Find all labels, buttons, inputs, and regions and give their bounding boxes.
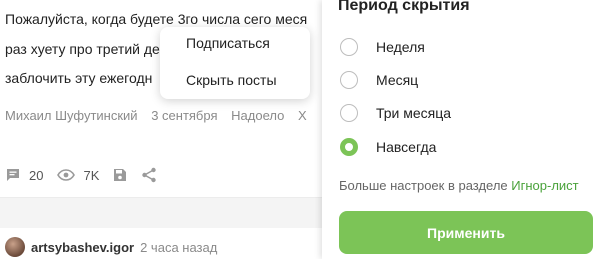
next-post-time: 2 часа назад xyxy=(140,239,218,255)
post-actions-dropdown: Подписаться Скрыть посты xyxy=(160,27,310,99)
ignore-list-link[interactable]: Игнор-лист xyxy=(511,178,578,193)
option-label: Три месяца xyxy=(376,105,452,121)
option-label: Навсегда xyxy=(376,139,437,155)
radio-button[interactable] xyxy=(340,38,358,56)
feed-gap xyxy=(0,198,330,228)
hide-posts-menu-item[interactable]: Скрыть посты xyxy=(186,72,277,88)
save-button[interactable] xyxy=(113,168,127,182)
avatar[interactable] xyxy=(5,237,25,257)
radio-button[interactable] xyxy=(340,104,358,122)
subscribe-menu-item[interactable]: Подписаться xyxy=(186,35,270,51)
share-icon xyxy=(142,167,157,183)
post-tag-more[interactable]: Х xyxy=(298,108,307,123)
share-button[interactable] xyxy=(141,167,157,183)
save-icon xyxy=(114,169,127,181)
radio-button-checked[interactable] xyxy=(340,138,358,156)
panel-title: Период скрытия xyxy=(338,0,470,14)
views-count: 7K xyxy=(83,167,100,183)
apply-button[interactable]: Применить xyxy=(339,211,593,254)
option-label: Неделя xyxy=(376,39,425,55)
radio-button[interactable] xyxy=(340,71,358,89)
post-author-link[interactable]: Михаил Шуфутинский xyxy=(5,108,138,123)
option-week[interactable]: Неделя xyxy=(340,38,425,56)
more-settings-label: Больше настроек в разделе xyxy=(339,178,512,193)
post-text-line-2: раз хуету про третий де xyxy=(5,41,160,57)
option-three-months[interactable]: Три месяца xyxy=(340,104,451,122)
option-month[interactable]: Месяц xyxy=(340,71,418,89)
post-text-line-1: Пожалуйста, когда будете 3го числа сего … xyxy=(5,11,308,27)
option-label: Месяц xyxy=(376,72,419,88)
views-counter: 7K xyxy=(57,168,99,183)
more-settings-text: Больше настроек в разделе Игнор-лист xyxy=(339,178,579,193)
next-post-header: artsybashev.igor 2 часа назад xyxy=(5,237,217,257)
hide-period-panel: Период скрытия Неделя Месяц Три месяца Н… xyxy=(322,0,603,259)
eye-icon xyxy=(57,169,76,181)
post-meta: Михаил Шуфутинский 3 сентября Надоело Х xyxy=(5,108,317,123)
post-stats: 20 7K xyxy=(5,166,171,184)
post-text-line-3: заблочить эту ежегодн xyxy=(5,70,153,86)
post-tag[interactable]: Надоело xyxy=(231,108,284,123)
next-post-author[interactable]: artsybashev.igor xyxy=(31,240,134,255)
post-date: 3 сентября xyxy=(151,108,218,123)
comment-icon xyxy=(7,169,19,181)
comments-count: 20 xyxy=(29,167,44,183)
option-forever[interactable]: Навсегда xyxy=(340,138,436,156)
comments-button[interactable]: 20 xyxy=(5,167,43,183)
